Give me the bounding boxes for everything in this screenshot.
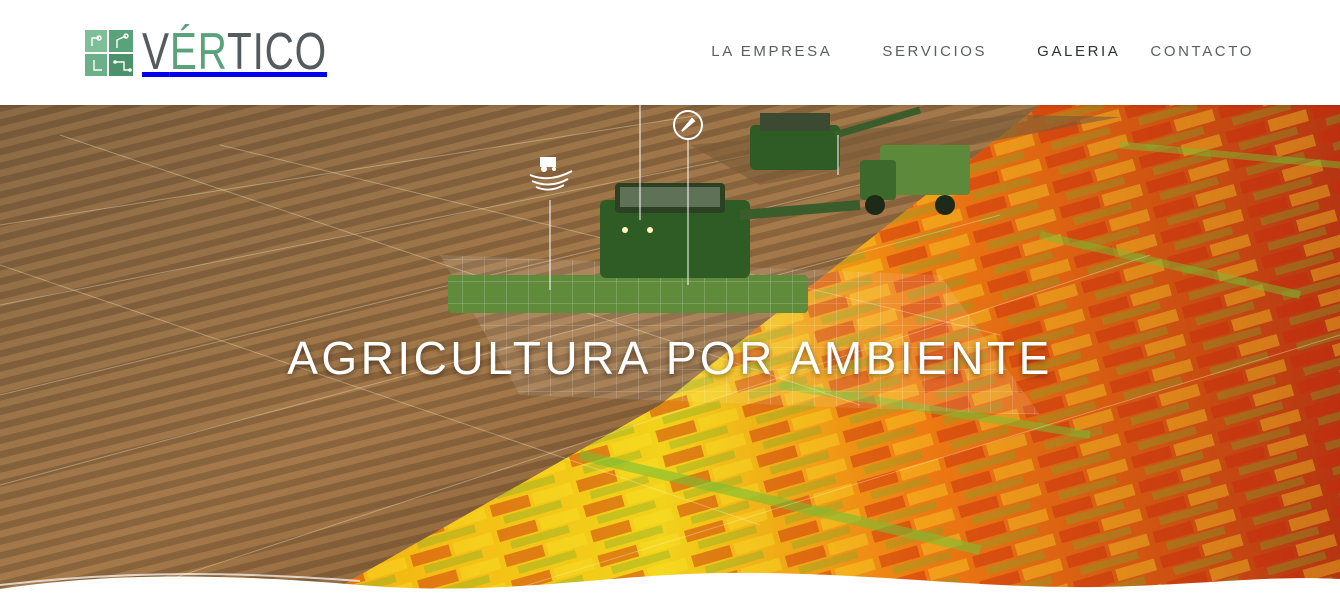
nav-contacto[interactable]: CONTACTO <box>1150 40 1254 63</box>
brand-name-prefix: V <box>142 23 170 81</box>
nav-servicios[interactable]: SERVICIOS <box>882 40 987 63</box>
hero-title: AGRICULTURA POR AMBIENTE <box>287 332 1053 384</box>
brand-name-suffix: TICO <box>227 23 328 81</box>
brand-name-accent: ÉR <box>169 23 228 81</box>
nav-galeria[interactable]: GALERIA <box>1037 40 1120 63</box>
hero-banner: AGRICULTURA POR AMBIENTE <box>0 105 1340 609</box>
site-header: VÉRTICO LA EMPRESA SERVICIOS GALERIA CON… <box>0 0 1340 105</box>
main-nav: LA EMPRESA SERVICIOS GALERIA CONTACTO <box>711 40 1254 63</box>
nav-la-empresa[interactable]: LA EMPRESA <box>711 40 832 63</box>
brand-logo[interactable]: VÉRTICO <box>84 24 379 80</box>
circuit-leaf-icon <box>85 30 133 76</box>
brand-name: VÉRTICO <box>142 24 327 80</box>
